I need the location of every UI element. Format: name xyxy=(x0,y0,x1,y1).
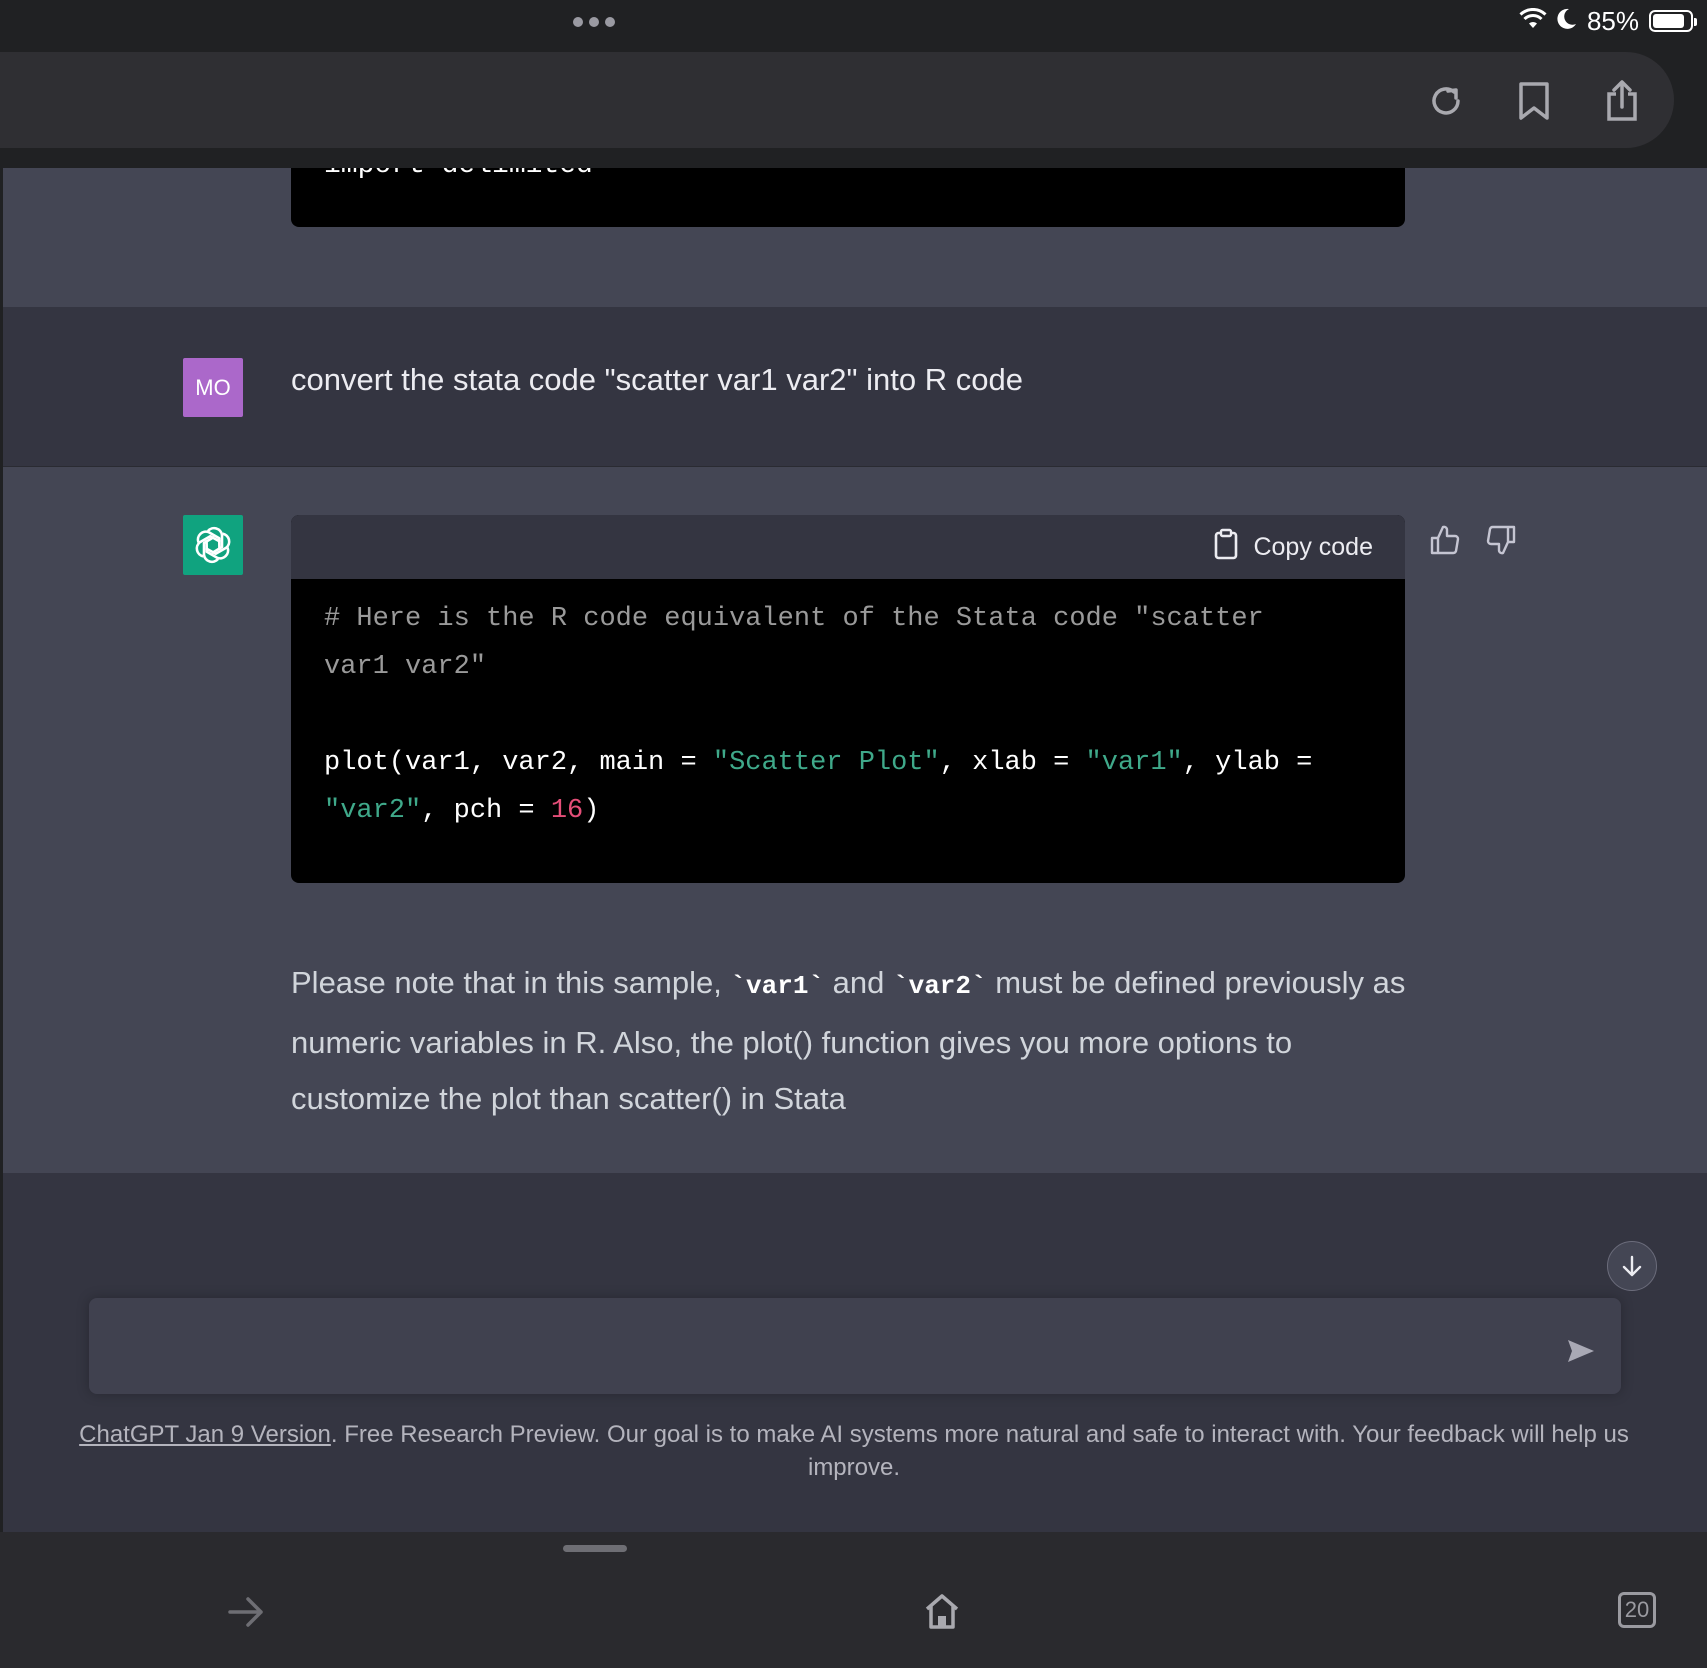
moon-icon xyxy=(1557,8,1577,35)
previous-code-line: import delimited xyxy=(324,168,593,181)
battery-icon xyxy=(1649,10,1697,32)
share-icon[interactable] xyxy=(1600,76,1644,126)
user-message-text: convert the stata code "scatter var1 var… xyxy=(291,362,1023,397)
scroll-to-bottom-button[interactable] xyxy=(1607,1241,1657,1291)
avatar: MO xyxy=(183,358,243,417)
tab-count-button[interactable]: 20 xyxy=(1618,1592,1656,1628)
code-block-header: Copy code xyxy=(291,515,1405,579)
assistant-explanation: Please note that in this sample, `var1` … xyxy=(291,965,1406,1116)
thumbs-down-icon[interactable] xyxy=(1481,520,1521,560)
inline-code: `var1` xyxy=(730,971,825,1001)
code-content: # Here is the R code equivalent of the S… xyxy=(291,579,1405,851)
version-link[interactable]: ChatGPT Jan 9 Version xyxy=(79,1421,331,1448)
previous-code-block: import delimited xyxy=(291,168,1405,227)
send-icon[interactable] xyxy=(1563,1333,1599,1369)
inline-code: `var2` xyxy=(893,971,987,1001)
code-line: plot(var1, var2, main = "Scatter Plot", … xyxy=(324,748,1313,778)
status-indicators: 85% xyxy=(1519,5,1697,36)
message-input[interactable] xyxy=(89,1298,1621,1394)
forward-arrow-icon[interactable] xyxy=(221,1587,271,1637)
clipboard-icon[interactable] xyxy=(1213,528,1239,567)
thumbs-up-icon[interactable] xyxy=(1425,520,1465,560)
address-bar[interactable] xyxy=(0,52,1674,148)
copy-code-button[interactable]: Copy code xyxy=(1253,533,1373,562)
code-line: var1 var2" xyxy=(324,652,487,682)
arrow-down-icon xyxy=(1622,1255,1642,1277)
reload-icon[interactable] xyxy=(1424,76,1468,126)
home-icon[interactable] xyxy=(917,1586,967,1636)
drag-handle[interactable] xyxy=(563,1545,627,1552)
multitasking-dots-icon[interactable] xyxy=(573,17,615,27)
code-block: Copy code # Here is the R code equivalen… xyxy=(291,515,1405,883)
bookmark-icon[interactable] xyxy=(1512,76,1556,126)
footer-disclaimer: ChatGPT Jan 9 Version. Free Research Pre… xyxy=(79,1421,1629,1481)
openai-logo-icon xyxy=(183,515,243,575)
code-line: # Here is the R code equivalent of the S… xyxy=(324,604,1264,634)
wifi-icon xyxy=(1519,7,1547,35)
code-line: "var2", pch = 16) xyxy=(324,796,600,826)
status-bar: 85% xyxy=(0,0,1707,52)
battery-percentage: 85% xyxy=(1586,5,1639,36)
